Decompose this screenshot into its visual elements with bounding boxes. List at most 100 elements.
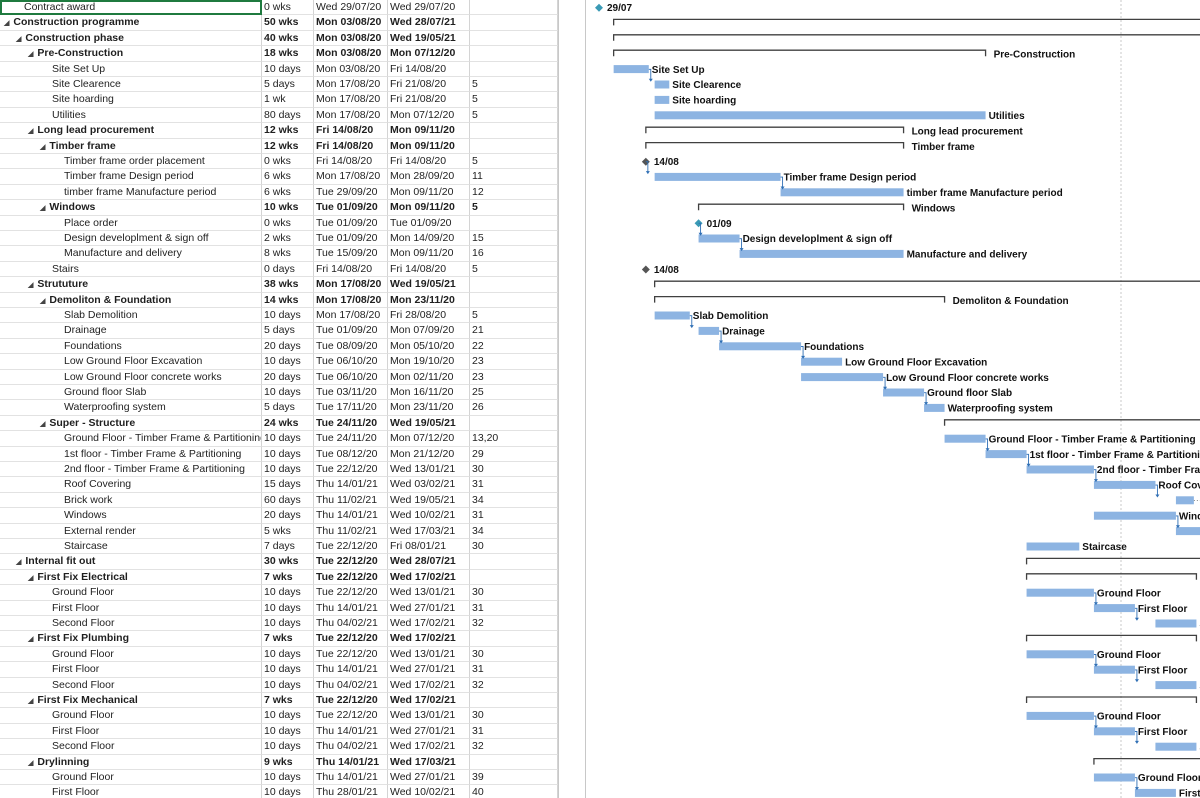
- table-row[interactable]: Windows 20 days Thu 14/01/21 Wed 10/02/21 31: [0, 508, 558, 524]
- start-cell[interactable]: Thu 28/01/21: [314, 785, 388, 798]
- collapse-triangle-icon[interactable]: ◢: [28, 571, 33, 584]
- table-row[interactable]: timber frame Manufacture period 6 wks Tue …: [0, 184, 558, 201]
- start-cell[interactable]: Thu 14/01/21: [314, 600, 388, 616]
- finish-cell[interactable]: Wed 17/02/21: [388, 677, 470, 693]
- table-row[interactable]: Low Ground Floor Excavation 10 days Tue 06…: [0, 354, 558, 370]
- table-row[interactable]: First Floor 10 days Thu 14/01/21 Wed 27/01/…: [0, 723, 558, 740]
- table-row[interactable]: 1st floor - Timber Frame & Partitioning 1…: [0, 446, 558, 462]
- task-name-cell[interactable]: ◢ Timber frame: [0, 138, 262, 154]
- collapse-triangle-icon[interactable]: ◢: [28, 124, 33, 137]
- start-cell[interactable]: Thu 04/02/21: [314, 677, 388, 693]
- table-row[interactable]: Ground Floor 10 days Tue 22/12/20 Wed 13/01…: [0, 585, 558, 601]
- duration-cell[interactable]: 0 days: [262, 261, 314, 278]
- start-cell[interactable]: Tue 08/09/20: [314, 338, 388, 355]
- predecessors-cell[interactable]: 23: [470, 369, 558, 385]
- predecessors-cell[interactable]: 5: [470, 92, 558, 108]
- predecessors-cell[interactable]: 5: [470, 154, 558, 170]
- duration-cell[interactable]: 7 wks: [262, 693, 314, 709]
- duration-cell[interactable]: 10 days: [262, 739, 314, 755]
- predecessors-cell[interactable]: 30: [470, 708, 558, 724]
- predecessors-cell[interactable]: 34: [470, 492, 558, 509]
- collapse-triangle-icon[interactable]: ◢: [40, 294, 45, 307]
- finish-cell[interactable]: Wed 17/03/21: [388, 523, 470, 539]
- duration-cell[interactable]: 9 wks: [262, 754, 314, 770]
- finish-cell[interactable]: Fri 21/08/20: [388, 92, 470, 108]
- start-cell[interactable]: Tue 22/12/20: [314, 693, 388, 709]
- start-cell[interactable]: Mon 17/08/20: [314, 292, 388, 308]
- duration-cell[interactable]: 5 days: [262, 77, 314, 93]
- table-row[interactable]: Second Floor 10 days Thu 04/02/21 Wed 17/02…: [0, 677, 558, 693]
- finish-cell[interactable]: Wed 17/02/21: [388, 693, 470, 709]
- collapse-triangle-icon[interactable]: ◢: [40, 417, 45, 430]
- duration-cell[interactable]: 5 days: [262, 400, 314, 416]
- duration-cell[interactable]: 40 wks: [262, 30, 314, 47]
- start-cell[interactable]: Tue 22/12/20: [314, 585, 388, 601]
- finish-cell[interactable]: Mon 21/12/20: [388, 446, 470, 462]
- finish-cell[interactable]: Wed 28/07/21: [388, 554, 470, 570]
- task-name-cell[interactable]: Timber frame order placement: [0, 154, 262, 170]
- duration-cell[interactable]: 10 days: [262, 585, 314, 601]
- table-row[interactable]: ◢ Construction phase 40 wks Mon 03/08/20 Wed…: [0, 30, 558, 47]
- task-name-cell[interactable]: First Floor: [0, 662, 262, 678]
- duration-cell[interactable]: 10 days: [262, 600, 314, 616]
- duration-cell[interactable]: 7 days: [262, 539, 314, 555]
- finish-cell[interactable]: Wed 19/05/21: [388, 277, 470, 293]
- duration-cell[interactable]: 10 days: [262, 785, 314, 798]
- predecessors-cell[interactable]: 5: [470, 107, 558, 124]
- task-name-cell[interactable]: Ground floor Slab: [0, 385, 262, 401]
- collapse-triangle-icon[interactable]: ◢: [40, 201, 45, 214]
- predecessors-cell[interactable]: 32: [470, 677, 558, 693]
- table-row[interactable]: Timber frame Design period 6 wks Mon 17/08…: [0, 169, 558, 185]
- finish-cell[interactable]: Mon 07/12/20: [388, 46, 470, 62]
- start-cell[interactable]: Tue 22/12/20: [314, 462, 388, 478]
- start-cell[interactable]: Tue 29/09/20: [314, 184, 388, 201]
- task-name-cell[interactable]: ◢ First Fix Electrical: [0, 569, 262, 586]
- table-row[interactable]: Contract award 0 wks Wed 29/07/20 Wed 29/07…: [0, 0, 558, 16]
- duration-cell[interactable]: 6 wks: [262, 169, 314, 185]
- duration-cell[interactable]: 10 days: [262, 431, 314, 447]
- finish-cell[interactable]: Wed 10/02/21: [388, 785, 470, 798]
- start-cell[interactable]: Tue 01/09/20: [314, 200, 388, 216]
- predecessors-cell[interactable]: 30: [470, 646, 558, 663]
- finish-cell[interactable]: Mon 19/10/20: [388, 354, 470, 370]
- duration-cell[interactable]: 24 wks: [262, 415, 314, 432]
- table-row[interactable]: ◢ Internal fit out 30 wks Tue 22/12/20 Wed 2…: [0, 554, 558, 570]
- task-name-cell[interactable]: First Floor: [0, 723, 262, 740]
- start-cell[interactable]: Fri 14/08/20: [314, 138, 388, 154]
- task-name-cell[interactable]: ◢ First Fix Plumbing: [0, 631, 262, 647]
- duration-cell[interactable]: 10 days: [262, 61, 314, 77]
- predecessors-cell[interactable]: 5: [470, 308, 558, 324]
- finish-cell[interactable]: Fri 08/01/21: [388, 539, 470, 555]
- finish-cell[interactable]: Wed 27/01/21: [388, 662, 470, 678]
- start-cell[interactable]: Tue 22/12/20: [314, 708, 388, 724]
- task-name-cell[interactable]: Foundations: [0, 338, 262, 355]
- task-name-cell[interactable]: Drainage: [0, 323, 262, 339]
- collapse-triangle-icon[interactable]: ◢: [16, 32, 21, 45]
- finish-cell[interactable]: Fri 28/08/20: [388, 308, 470, 324]
- task-name-cell[interactable]: ◢ Pre-Construction: [0, 46, 262, 62]
- predecessors-cell[interactable]: 40: [470, 785, 558, 798]
- table-row[interactable]: Waterproofing system 5 days Tue 17/11/20 Mo…: [0, 400, 558, 416]
- duration-cell[interactable]: 10 days: [262, 662, 314, 678]
- duration-cell[interactable]: 15 days: [262, 477, 314, 493]
- predecessors-cell[interactable]: 32: [470, 739, 558, 755]
- duration-cell[interactable]: 6 wks: [262, 184, 314, 201]
- predecessors-cell[interactable]: [470, 138, 558, 154]
- predecessors-cell[interactable]: [470, 30, 558, 47]
- task-name-cell[interactable]: Windows: [0, 508, 262, 524]
- predecessors-cell[interactable]: 23: [470, 354, 558, 370]
- duration-cell[interactable]: 0 wks: [262, 0, 314, 16]
- table-row[interactable]: ◢ Windows 10 wks Tue 01/09/20 Mon 09/11/20 5: [0, 200, 558, 216]
- task-name-cell[interactable]: Place order: [0, 215, 262, 231]
- duration-cell[interactable]: 10 days: [262, 770, 314, 786]
- task-name-cell[interactable]: ◢ Construction programme: [0, 15, 262, 31]
- start-cell[interactable]: Thu 14/01/21: [314, 477, 388, 493]
- start-cell[interactable]: Thu 14/01/21: [314, 770, 388, 786]
- predecessors-cell[interactable]: 11: [470, 169, 558, 185]
- duration-cell[interactable]: 10 days: [262, 354, 314, 370]
- table-row[interactable]: Design developlment & sign off 2 wks Tue 0…: [0, 231, 558, 247]
- duration-cell[interactable]: 10 days: [262, 677, 314, 693]
- predecessors-cell[interactable]: 31: [470, 600, 558, 616]
- predecessors-cell[interactable]: [470, 754, 558, 770]
- finish-cell[interactable]: Mon 14/09/20: [388, 231, 470, 247]
